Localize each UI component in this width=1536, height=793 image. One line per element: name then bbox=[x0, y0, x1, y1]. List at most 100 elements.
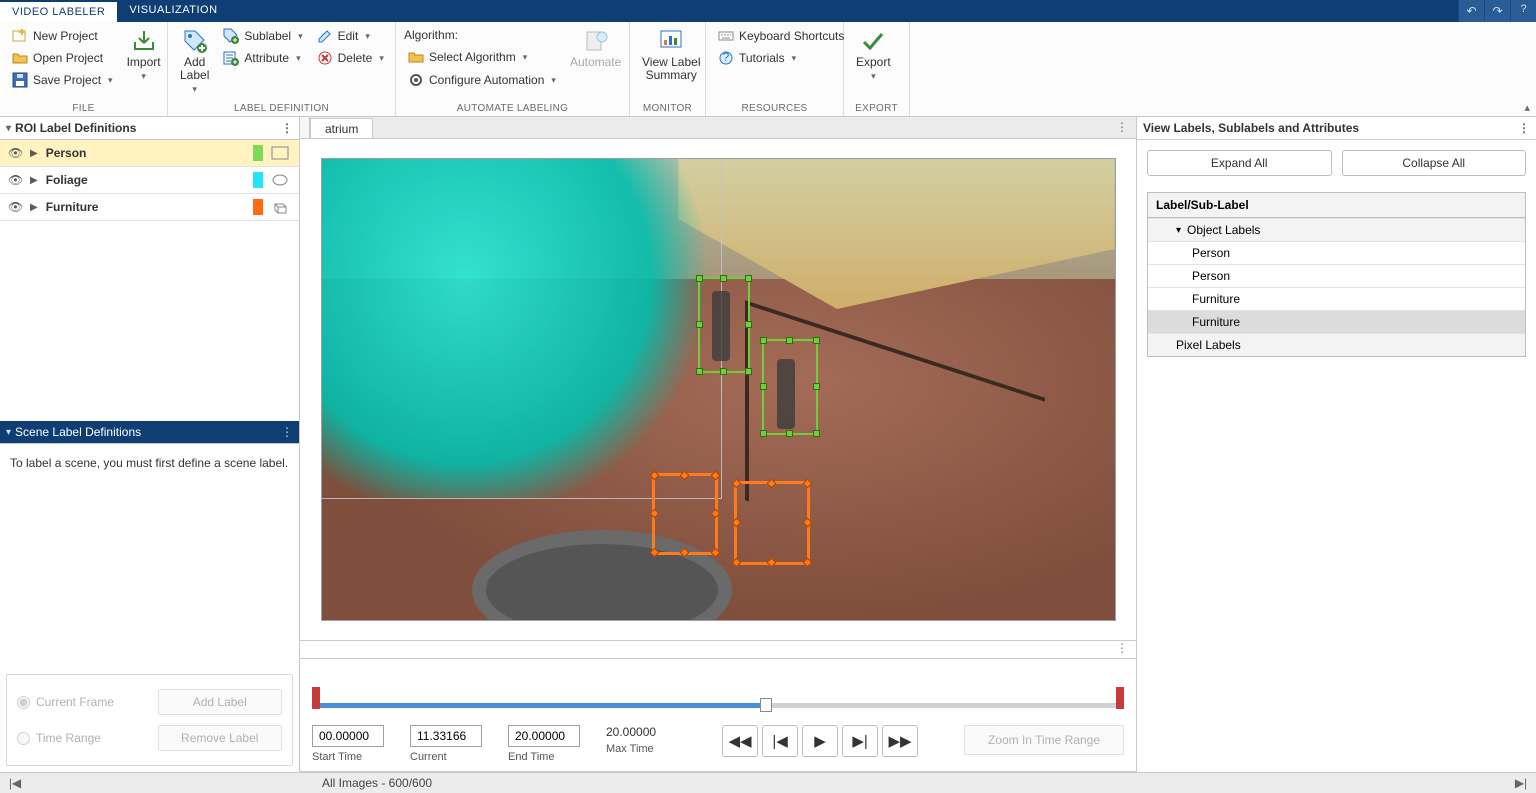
roi-label-name: Furniture bbox=[46, 200, 245, 214]
keyboard-shortcuts-label: Keyboard Shortcuts bbox=[739, 29, 844, 43]
view-label-summary-button[interactable]: View Label Summary bbox=[638, 26, 705, 84]
bbox-person[interactable] bbox=[698, 277, 750, 373]
help-icon[interactable]: ? bbox=[1510, 0, 1536, 22]
timeline-thumb[interactable] bbox=[760, 698, 772, 712]
roi-label-row[interactable]: 👁 ▶ Person bbox=[0, 140, 299, 167]
start-time-caption: Start Time bbox=[312, 751, 384, 763]
new-project-button[interactable]: New Project bbox=[8, 26, 117, 46]
visibility-icon[interactable]: 👁 bbox=[8, 146, 22, 160]
configure-automation-button[interactable]: Configure Automation▾ bbox=[404, 70, 560, 90]
bbox-person[interactable] bbox=[762, 339, 818, 435]
select-algorithm-button[interactable]: Select Algorithm▾ bbox=[404, 47, 560, 67]
rewind-button[interactable]: ◀◀ bbox=[722, 725, 758, 757]
chevron-down-icon: ▾ bbox=[871, 71, 876, 82]
seek-last-icon[interactable]: ▶| bbox=[1514, 776, 1528, 790]
video-canvas[interactable] bbox=[321, 158, 1116, 621]
export-button[interactable]: Export ▾ bbox=[852, 26, 895, 84]
algorithm-label: Algorithm: bbox=[404, 26, 560, 44]
current-time-input[interactable] bbox=[410, 725, 482, 747]
max-time-value: 20.00000 bbox=[606, 725, 656, 739]
keyboard-icon bbox=[718, 28, 734, 44]
roi-panel-header[interactable]: ▾ ROI Label Definitions ⋮ bbox=[0, 117, 299, 140]
roi-label-row[interactable]: 👁 ▶ Furniture bbox=[0, 194, 299, 221]
keyboard-shortcuts-button[interactable]: Keyboard Shortcuts bbox=[714, 26, 848, 46]
bbox-furniture[interactable] bbox=[734, 481, 810, 565]
roi-label-name: Foliage bbox=[46, 173, 245, 187]
end-time-input[interactable] bbox=[508, 725, 580, 747]
tree-item[interactable]: Person bbox=[1148, 241, 1525, 264]
seek-first-icon[interactable]: |◀ bbox=[8, 776, 22, 790]
panel-menu-icon[interactable]: ⋮ bbox=[281, 425, 293, 439]
attribute-icon bbox=[223, 50, 239, 66]
view-labels-header: View Labels, Sublabels and Attributes ⋮ bbox=[1137, 117, 1536, 140]
document-tab[interactable]: atrium bbox=[310, 118, 373, 138]
tab-gutter bbox=[300, 117, 310, 138]
tree-item[interactable]: Furniture bbox=[1148, 310, 1525, 333]
open-project-label: Open Project bbox=[33, 51, 103, 65]
import-button[interactable]: Import ▾ bbox=[123, 26, 165, 84]
save-project-button[interactable]: Save Project ▾ bbox=[8, 70, 117, 90]
range-flag-start[interactable] bbox=[312, 687, 320, 709]
tutorials-button[interactable]: ?Tutorials▾ bbox=[714, 48, 848, 68]
shape-icon bbox=[271, 200, 291, 214]
delete-icon bbox=[317, 50, 333, 66]
bbox-furniture[interactable] bbox=[652, 473, 718, 555]
folder-open-icon bbox=[12, 50, 28, 66]
roi-label-name: Person bbox=[46, 146, 245, 160]
step-back-button[interactable]: |◀ bbox=[762, 725, 798, 757]
tab-video-labeler[interactable]: VIDEO LABELER bbox=[0, 0, 117, 22]
svg-text:?: ? bbox=[723, 50, 730, 64]
collapse-all-button[interactable]: Collapse All bbox=[1342, 150, 1527, 176]
status-text: All Images - 600/600 bbox=[322, 776, 432, 790]
save-project-label: Save Project bbox=[33, 73, 101, 87]
document-tab-label: atrium bbox=[325, 122, 358, 136]
tree-item[interactable]: Person bbox=[1148, 264, 1525, 287]
open-project-button[interactable]: Open Project bbox=[8, 48, 117, 68]
select-algorithm-label: Select Algorithm bbox=[429, 50, 516, 64]
range-flag-end[interactable] bbox=[1116, 687, 1124, 709]
group-caption-monitor: MONITOR bbox=[638, 101, 697, 114]
start-time-input[interactable] bbox=[312, 725, 384, 747]
add-label-button[interactable]: Add Label ▾ bbox=[176, 26, 213, 97]
timeline-track[interactable] bbox=[314, 695, 1122, 715]
fast-forward-button[interactable]: ▶▶ bbox=[882, 725, 918, 757]
automate-label: Automate bbox=[570, 56, 621, 69]
undo-icon[interactable]: ↶ bbox=[1458, 0, 1484, 22]
current-frame-radio: Current Frame bbox=[17, 689, 142, 715]
visibility-icon[interactable]: 👁 bbox=[8, 173, 22, 187]
attribute-button[interactable]: Attribute▾ bbox=[219, 48, 306, 68]
expand-all-button[interactable]: Expand All bbox=[1147, 150, 1332, 176]
end-time-caption: End Time bbox=[508, 751, 580, 763]
tree-group-pixel-labels[interactable]: Pixel Labels bbox=[1148, 333, 1525, 356]
sublabel-label: Sublabel bbox=[244, 29, 291, 43]
roi-label-row[interactable]: 👁 ▶ Foliage bbox=[0, 167, 299, 194]
color-swatch bbox=[253, 199, 263, 215]
tree-group-object-labels[interactable]: ▾Object Labels bbox=[1148, 218, 1525, 241]
gear-icon bbox=[408, 72, 424, 88]
chevron-right-icon[interactable]: ▶ bbox=[30, 175, 38, 186]
remove-scene-label-button: Remove Label bbox=[158, 725, 283, 751]
play-button[interactable]: ▶ bbox=[802, 725, 838, 757]
delete-button[interactable]: Delete▾ bbox=[313, 48, 388, 68]
folder-icon bbox=[408, 49, 424, 65]
step-forward-button[interactable]: ▶| bbox=[842, 725, 878, 757]
redo-icon[interactable]: ↷ bbox=[1484, 0, 1510, 22]
tab-visualization[interactable]: VISUALIZATION bbox=[117, 0, 229, 22]
scene-panel-header[interactable]: ▾ Scene Label Definitions ⋮ bbox=[0, 421, 299, 444]
panel-menu-icon[interactable]: ⋮ bbox=[1518, 121, 1530, 135]
label-tree: ▾Object Labels PersonPersonFurnitureFurn… bbox=[1147, 218, 1526, 357]
tree-item[interactable]: Furniture bbox=[1148, 287, 1525, 310]
plus-icon bbox=[12, 28, 28, 44]
sublabel-button[interactable]: Sublabel▾ bbox=[219, 26, 306, 46]
visibility-icon[interactable]: 👁 bbox=[8, 200, 22, 214]
check-icon bbox=[860, 28, 886, 54]
configure-automation-label: Configure Automation bbox=[429, 73, 544, 87]
chevron-right-icon[interactable]: ▶ bbox=[30, 148, 38, 159]
edit-button[interactable]: Edit▾ bbox=[313, 26, 388, 46]
doc-tabs-menu-icon[interactable]: ⋮ bbox=[1108, 117, 1136, 138]
collapse-ribbon-icon[interactable]: ▴ bbox=[1524, 101, 1530, 114]
canvas-menu-icon[interactable]: ⋮ bbox=[1116, 641, 1128, 658]
chevron-right-icon[interactable]: ▶ bbox=[30, 202, 38, 213]
panel-menu-icon[interactable]: ⋮ bbox=[281, 121, 293, 135]
view-label-summary-label: View Label Summary bbox=[642, 56, 701, 82]
